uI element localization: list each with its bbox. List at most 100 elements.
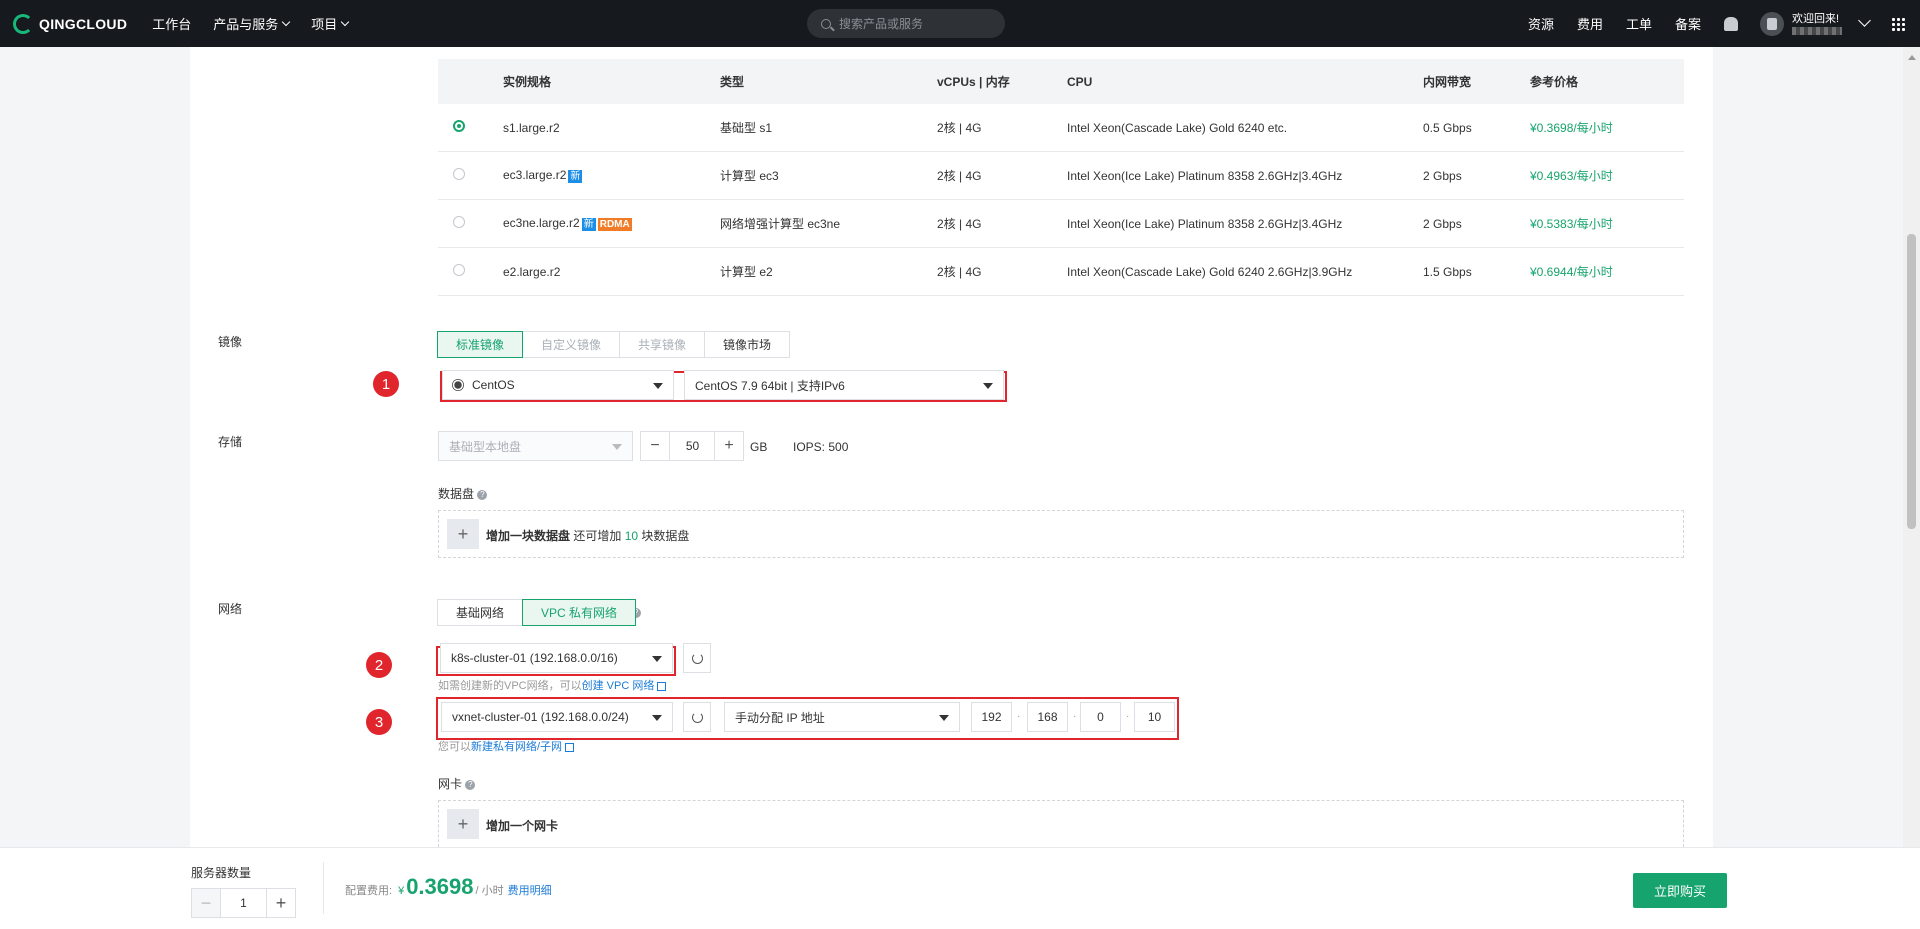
search-input[interactable]: 搜索产品或服务 [807,9,1005,38]
tab-image-market[interactable]: 镜像市场 [704,331,791,358]
refresh-icon [691,652,703,664]
ip-dot: · [1073,711,1077,722]
caret-down-icon [652,656,662,662]
image-section-label: 镜像 [218,335,243,349]
col-cpu: CPU [1067,74,1093,89]
col-type: 类型 [720,75,745,89]
nav-resources[interactable]: 资源 [1528,14,1554,33]
apps-grid-icon[interactable] [1891,16,1905,31]
nic-label: 网卡 ? [438,775,476,792]
annotation-badge-1: 1 [373,371,399,397]
col-vcpus: vCPUs | 内存 [937,75,1010,89]
vxnet-select[interactable]: vxnet-cluster-01 (192.168.0.0/24) [441,702,673,732]
table-header: 实例规格 类型 vCPUs | 内存 CPU 内网带宽 参考价格 [438,59,1684,104]
col-price: 参考价格 [1530,75,1579,89]
bell-icon[interactable] [1724,16,1738,31]
caret-down-icon [983,383,993,389]
qingcloud-logo-icon [13,13,33,34]
server-qty-label: 服务器数量 [191,866,252,880]
tab-custom-image[interactable]: 自定义镜像 [522,331,621,358]
create-vxnet-link[interactable]: 新建私有网络/子网 [471,741,562,753]
top-nav-bar: QINGCLOUD 工作台 产品与服务 项目 搜索产品或服务 资源 费用 工单 … [0,0,1920,47]
logo[interactable]: QINGCLOUD [13,13,128,34]
ip-octet-3-input[interactable]: 0 [1080,702,1121,732]
price-summary: 配置费用: ¥ 0.3698 / 小时 费用明细 [345,874,552,899]
os-select[interactable]: CentOS [442,370,674,400]
welcome-text: 欢迎回来! [1792,13,1852,35]
vxnet-refresh-button[interactable] [683,702,711,732]
iops-text: IOPS: 500 [793,440,849,454]
scrollbar[interactable] [1903,47,1920,847]
external-link-icon [565,742,575,752]
add-data-disk-area: + 增加一块数据盘 还可增加 10 块数据盘 [438,510,1684,558]
rdma-badge: RDMA [597,218,632,231]
nav-products[interactable]: 产品与服务 [213,14,291,33]
fee-detail-link[interactable]: 费用明细 [508,882,552,898]
disk-size-decrease-button[interactable]: − [640,431,670,461]
brand-name: QINGCLOUD [39,15,128,32]
add-data-disk-button[interactable]: + [447,519,479,549]
vpc-select[interactable]: k8s-cluster-01 (192.168.0.0/16) [440,643,673,673]
os-version-select[interactable]: CentOS 7.9 64bit | 支持IPv6 [684,370,1004,400]
help-icon[interactable]: ? [465,779,476,790]
user-icon [1767,17,1777,30]
tab-standard-image[interactable]: 标准镜像 [437,331,524,358]
row-radio[interactable] [453,216,465,228]
user-menu-chevron-icon[interactable] [1858,14,1871,27]
row-radio[interactable] [453,168,465,180]
row-radio[interactable] [453,120,465,132]
ip-octet-4-input[interactable]: 10 [1134,702,1175,732]
scroll-up-arrow-icon[interactable] [1908,55,1916,60]
order-bottom-bar: 服务器数量 − 1 + 配置费用: ¥ 0.3698 / 小时 费用明细 立即购… [0,847,1920,929]
caret-down-icon [652,715,662,721]
disk-size-increase-button[interactable]: + [714,431,744,461]
price-amount: 0.3698 [406,874,474,899]
gear-icon [454,381,462,389]
qty-increase-button[interactable]: + [266,888,296,918]
caret-down-icon [939,715,949,721]
buy-now-button[interactable]: 立即购买 [1633,873,1727,908]
table-row[interactable]: ec3.large.r2 新 计算型 ec3 2核 | 4G Intel Xeon… [438,152,1684,200]
search-icon [821,18,831,29]
refresh-icon [691,711,703,723]
new-badge: 新 [581,218,596,231]
caret-down-icon [612,444,622,450]
nav-billing[interactable]: 费用 [1577,14,1603,33]
ip-mode-select[interactable]: 手动分配 IP 地址 [724,702,960,732]
tab-vpc-network[interactable]: VPC 私有网络 [522,599,637,626]
ip-octet-2-input[interactable]: 168 [1027,702,1068,732]
qty-input[interactable]: 1 [220,888,267,918]
tab-basic-network[interactable]: 基础网络 [437,599,524,626]
caret-down-icon [653,383,663,389]
vpc-refresh-button[interactable] [683,643,711,673]
username-redacted [1792,26,1842,35]
table-row[interactable]: s1.large.r2 基础型 s1 2核 | 4G Intel Xeon(Ca… [438,104,1684,152]
ip-octet-1-input[interactable]: 192 [971,702,1012,732]
add-data-disk-text: 增加一块数据盘 还可增加 10 块数据盘 [486,529,690,543]
data-disk-label: 数据盘 ? [438,485,488,502]
add-nic-button[interactable]: + [447,809,479,839]
col-spec: 实例规格 [503,75,552,89]
qty-decrease-button[interactable]: − [191,888,221,918]
storage-section-label: 存储 [218,435,243,449]
new-badge: 新 [568,170,583,183]
nav-projects[interactable]: 项目 [311,14,350,33]
disk-size-input[interactable]: 50 [669,431,716,461]
nav-icp[interactable]: 备案 [1675,14,1701,33]
avatar[interactable] [1760,11,1784,36]
scrollbar-thumb[interactable] [1907,234,1916,529]
table-row[interactable]: e2.large.r2 计算型 e2 2核 | 4G Intel Xeon(Ca… [438,248,1684,296]
table-row[interactable]: ec3ne.large.r2 新 RDMA 网络增强计算型 ec3ne 2核 | 4… [438,200,1684,248]
nav-tickets[interactable]: 工单 [1626,14,1652,33]
nav-workbench[interactable]: 工作台 [152,14,191,33]
row-radio[interactable] [453,264,465,276]
main-nav: 工作台 产品与服务 项目 [152,14,350,33]
help-icon[interactable]: ? [477,489,488,500]
ip-dot: · [1017,711,1021,722]
tab-shared-image[interactable]: 共享镜像 [619,331,706,358]
col-bandwidth: 内网带宽 [1423,75,1472,89]
image-tabs: 标准镜像 自定义镜像 共享镜像 镜像市场 [437,331,791,358]
chevron-down-icon [282,17,291,27]
create-vpc-link[interactable]: 创建 VPC 网络 [582,680,655,692]
disk-type-select[interactable]: 基础型本地盘 [438,431,633,461]
